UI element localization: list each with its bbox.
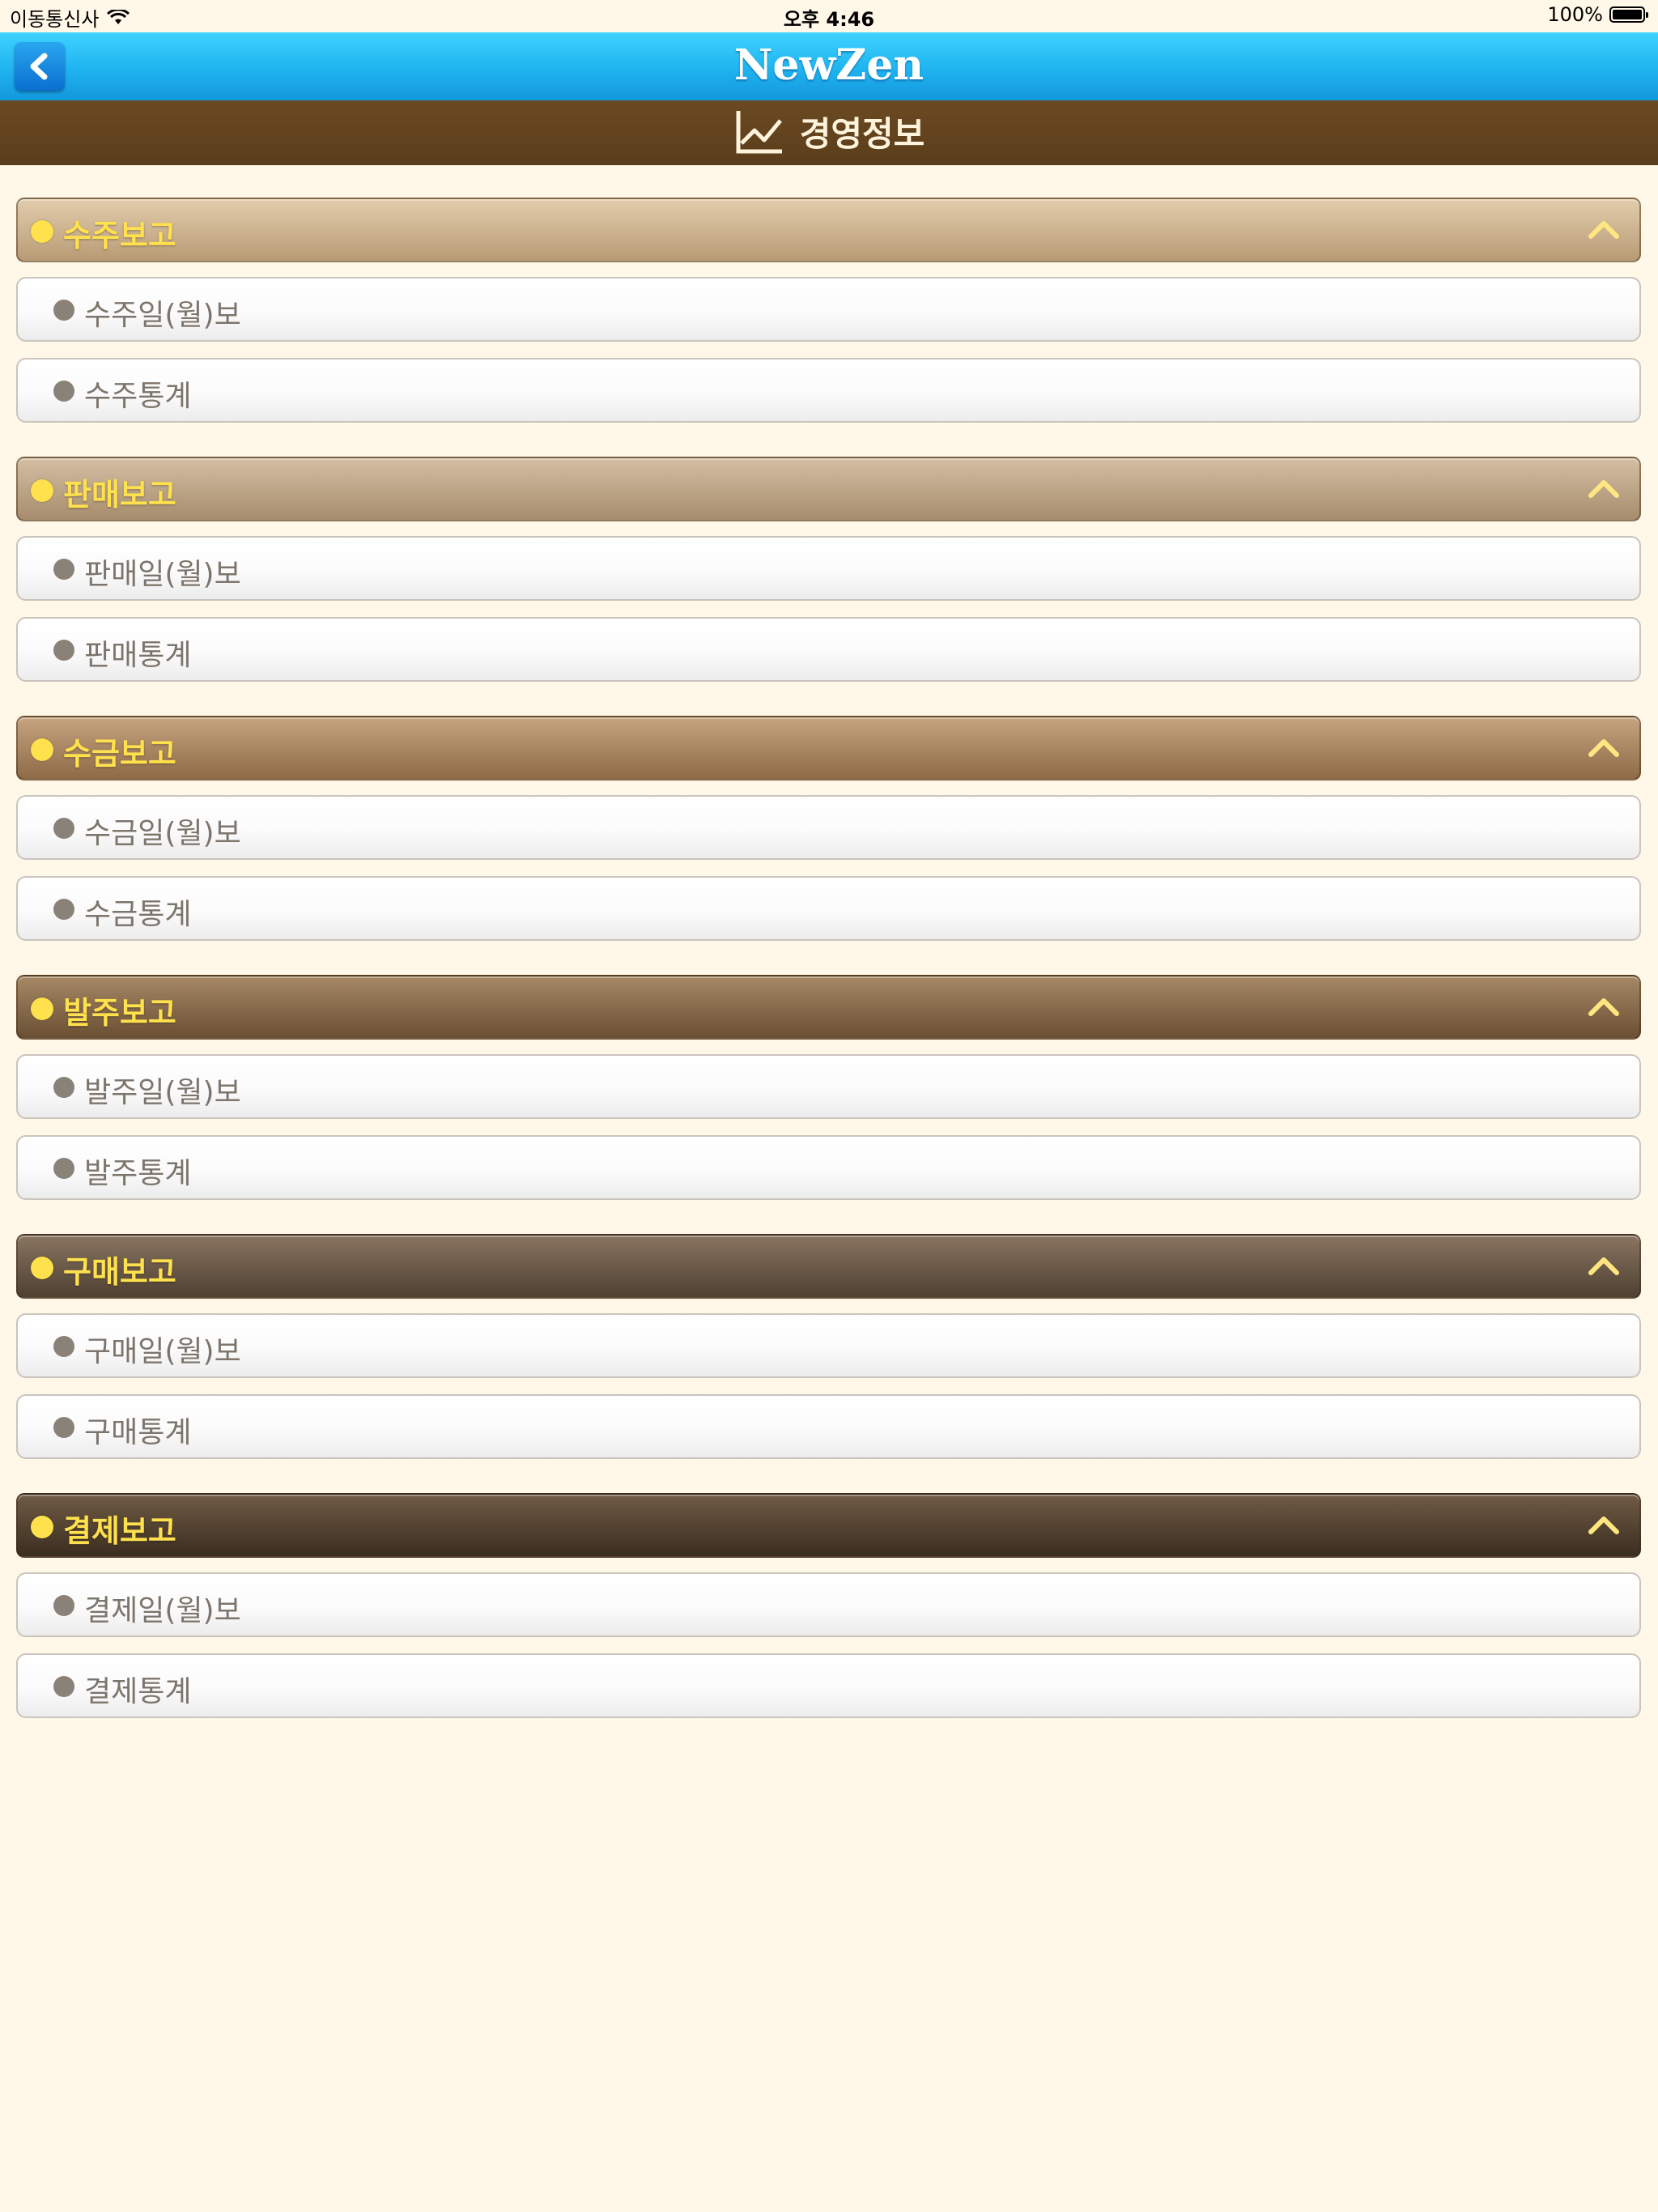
bullet-icon: [53, 899, 74, 920]
app-title: NewZen: [733, 40, 925, 90]
bullet-icon: [31, 220, 53, 243]
menu-item-label: 발주일(월)보: [84, 1076, 241, 1109]
bullet-icon: [31, 479, 53, 502]
menu-item-purchase-order-daily[interactable]: 발주일(월)보: [16, 1054, 1641, 1119]
menu-item-purchase-order-stats[interactable]: 발주통계: [16, 1135, 1641, 1200]
group-title: 수주보고: [63, 218, 176, 253]
status-right: 100%: [1547, 3, 1648, 26]
group-header-collection[interactable]: 수금보고: [16, 716, 1641, 781]
menu-item-label: 수금통계: [84, 898, 192, 931]
menu-item-label: 결제일(월)보: [84, 1594, 241, 1627]
section-title: 경영정보: [799, 114, 925, 154]
battery-icon: [1609, 6, 1648, 23]
status-bar: 이동통신사 오후 4:46 100%: [0, 0, 1658, 32]
status-time: 오후 4:46: [783, 8, 875, 31]
group-header-purchase[interactable]: 구매보고: [16, 1234, 1641, 1299]
menu-item-label: 발주통계: [84, 1157, 192, 1190]
menu-item-label: 수주일(월)보: [84, 299, 241, 332]
menu-item-collection-daily[interactable]: 수금일(월)보: [16, 795, 1641, 860]
menu-item-order-daily[interactable]: 수주일(월)보: [16, 277, 1641, 342]
menu-item-label: 구매통계: [84, 1416, 192, 1449]
menu-item-label: 구매일(월)보: [84, 1335, 241, 1368]
chevron-up-icon: [1588, 1257, 1619, 1275]
menu-item-label: 판매일(월)보: [84, 558, 241, 591]
group-header-purchase-order[interactable]: 발주보고: [16, 975, 1641, 1040]
menu-item-purchase-stats[interactable]: 구매통계: [16, 1394, 1641, 1459]
bullet-icon: [53, 1595, 74, 1616]
bullet-icon: [53, 300, 74, 321]
group-header-payment[interactable]: 결제보고: [16, 1493, 1641, 1558]
bullet-icon: [53, 1676, 74, 1697]
menu-item-label: 결제통계: [84, 1675, 192, 1708]
bullet-icon: [53, 1336, 74, 1357]
group-title: 구매보고: [63, 1254, 176, 1290]
menu-item-purchase-daily[interactable]: 구매일(월)보: [16, 1313, 1641, 1378]
bullet-icon: [53, 640, 74, 661]
menu-item-payment-stats[interactable]: 결제통계: [16, 1653, 1641, 1718]
menu-item-label: 판매통계: [84, 639, 192, 672]
chevron-up-icon: [1588, 480, 1619, 498]
chevron-up-icon: [1588, 221, 1619, 239]
menu-item-sales-stats[interactable]: 판매통계: [16, 617, 1641, 682]
line-chart-icon: [736, 110, 782, 153]
group-title: 결제보고: [63, 1513, 176, 1549]
bullet-icon: [31, 1257, 53, 1279]
bullet-icon: [31, 998, 53, 1020]
bullet-icon: [31, 1516, 53, 1538]
group-title: 발주보고: [63, 995, 176, 1031]
chevron-up-icon: [1588, 739, 1619, 757]
report-menu: 수주보고 수주일(월)보 수주통계 판매보고 판매일(월)보 판매통계 수금보고: [16, 198, 1641, 1734]
menu-item-label: 수주통계: [84, 380, 192, 413]
bullet-icon: [53, 1158, 74, 1179]
group-title: 수금보고: [63, 736, 176, 772]
menu-item-payment-daily[interactable]: 결제일(월)보: [16, 1572, 1641, 1637]
menu-item-collection-stats[interactable]: 수금통계: [16, 876, 1641, 941]
group-title: 판매보고: [63, 477, 176, 513]
nav-bar: NewZen: [0, 32, 1658, 100]
chevron-up-icon: [1588, 998, 1619, 1016]
menu-item-label: 수금일(월)보: [84, 817, 241, 850]
bullet-icon: [53, 559, 74, 580]
group-header-order[interactable]: 수주보고: [16, 198, 1641, 262]
bullet-icon: [53, 1077, 74, 1098]
menu-item-sales-daily[interactable]: 판매일(월)보: [16, 536, 1641, 601]
battery-percent: 100%: [1547, 3, 1603, 26]
bullet-icon: [31, 738, 53, 761]
bullet-icon: [53, 381, 74, 402]
group-header-sales[interactable]: 판매보고: [16, 457, 1641, 521]
chevron-up-icon: [1588, 1516, 1619, 1534]
menu-item-order-stats[interactable]: 수주통계: [16, 358, 1641, 423]
bullet-icon: [53, 1417, 74, 1438]
bullet-icon: [53, 818, 74, 839]
section-header: 경영정보: [0, 100, 1658, 165]
